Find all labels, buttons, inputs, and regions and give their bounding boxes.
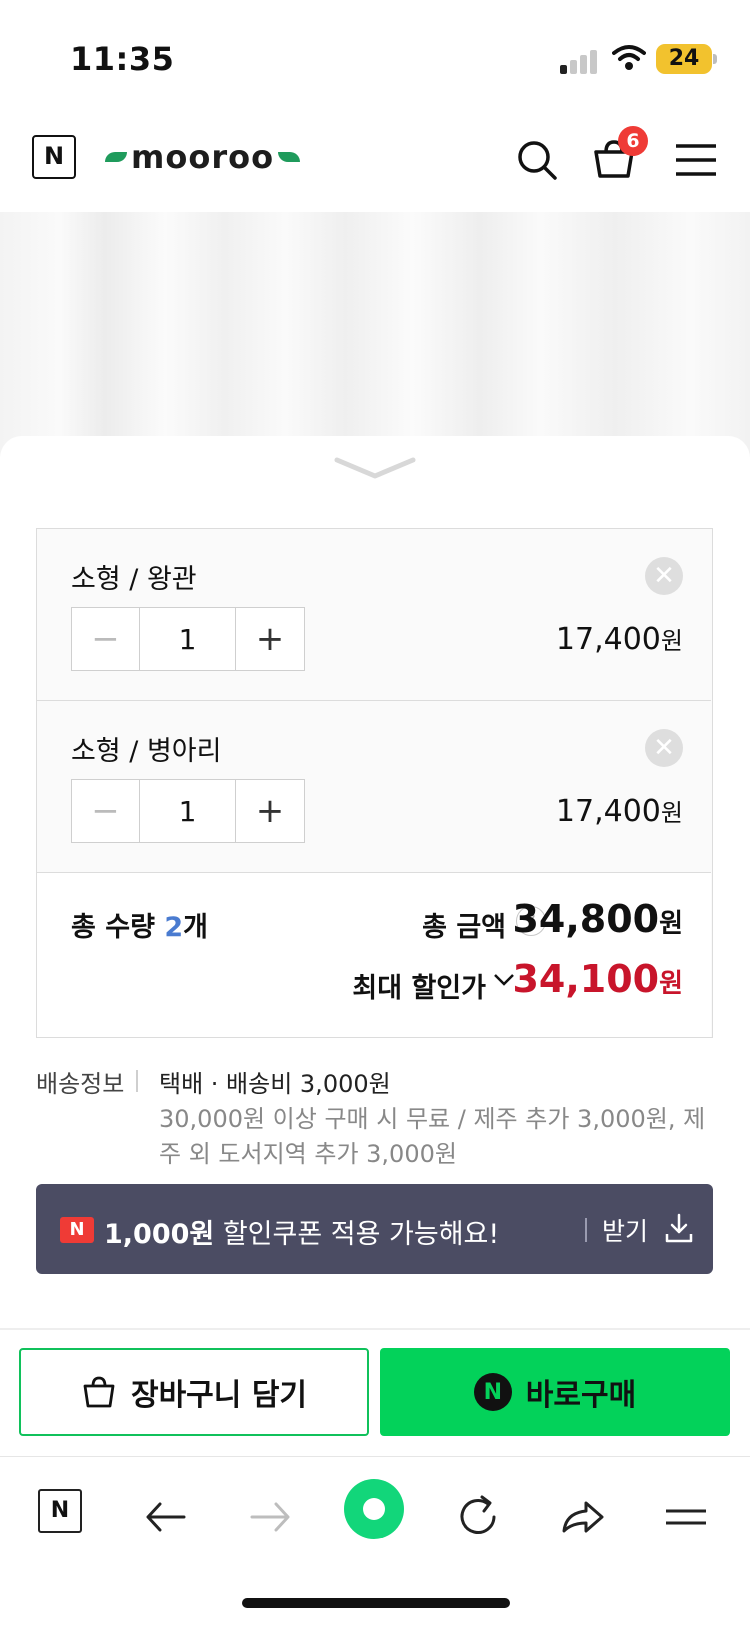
leaf-icon bbox=[105, 152, 127, 162]
option-item: 소형 / 왕관 ✕ − 1 + 17,400원 bbox=[37, 529, 711, 701]
naver-pay-icon: N bbox=[473, 1373, 512, 1411]
collapse-chevron-icon[interactable] bbox=[333, 454, 417, 482]
home-circle-button[interactable] bbox=[344, 1479, 404, 1539]
option-item: 소형 / 병아리 ✕ − 1 + 17,400원 bbox=[37, 701, 711, 873]
buy-now-button[interactable]: N 바로구매 bbox=[380, 1348, 730, 1436]
remove-option-button[interactable]: ✕ bbox=[645, 729, 683, 767]
option-price: 17,400원 bbox=[555, 622, 683, 657]
status-bar: 11:35 24 bbox=[0, 0, 750, 110]
product-image bbox=[0, 212, 750, 472]
app-header: N mooroo 6 bbox=[0, 110, 750, 212]
shopping-bag-icon bbox=[83, 1376, 115, 1408]
decrease-button[interactable]: − bbox=[72, 780, 140, 842]
battery-nub bbox=[713, 54, 717, 64]
divider bbox=[585, 1218, 587, 1242]
divider bbox=[136, 1070, 138, 1092]
menu-icon[interactable] bbox=[672, 136, 720, 184]
quantity-value[interactable]: 1 bbox=[140, 608, 236, 670]
refresh-icon[interactable] bbox=[452, 1491, 504, 1543]
naver-home-button[interactable]: N bbox=[38, 1489, 82, 1533]
brand-name: mooroo bbox=[131, 138, 275, 176]
cart-count-badge: 6 bbox=[618, 126, 648, 156]
decrease-button[interactable]: − bbox=[72, 608, 140, 670]
coupon-text: 1,000원 할인쿠폰 적용 가능해요! bbox=[104, 1219, 500, 1250]
selected-options: 소형 / 왕관 ✕ − 1 + 17,400원 소형 / 병아리 ✕ − 1 +… bbox=[36, 528, 713, 1038]
discount-price: 34,100원 bbox=[512, 957, 683, 1001]
search-icon[interactable] bbox=[513, 136, 561, 184]
naver-coupon-badge: N bbox=[60, 1217, 94, 1243]
coupon-banner[interactable]: N 1,000원 할인쿠폰 적용 가능해요! 받기 bbox=[36, 1184, 713, 1274]
add-to-cart-button[interactable]: 장바구니 담기 bbox=[19, 1348, 369, 1436]
buy-now-label: 바로구매 bbox=[525, 1378, 637, 1413]
purchase-sheet: 소형 / 왕관 ✕ − 1 + 17,400원 소형 / 병아리 ✕ − 1 +… bbox=[0, 436, 750, 1456]
battery-indicator: 24 bbox=[656, 44, 712, 74]
wifi-icon bbox=[612, 45, 646, 70]
total-amount-label: 총 금액 bbox=[422, 912, 506, 943]
brand-logo[interactable]: mooroo bbox=[105, 134, 301, 180]
download-icon[interactable] bbox=[664, 1212, 694, 1244]
increase-button[interactable]: + bbox=[236, 780, 304, 842]
shipping-method: 택배 · 배송비 3,000원 bbox=[159, 1070, 391, 1098]
status-time: 11:35 bbox=[70, 40, 175, 78]
remove-option-button[interactable]: ✕ bbox=[645, 557, 683, 595]
quantity-stepper: − 1 + bbox=[71, 779, 305, 843]
home-indicator bbox=[242, 1598, 510, 1608]
total-amount: 34,800원 bbox=[512, 897, 683, 941]
back-arrow-icon[interactable] bbox=[140, 1491, 192, 1543]
divider bbox=[0, 1328, 750, 1330]
order-totals: 총 수량 2개 총 금액 ? 34,800원 최대 할인가 34,100원 bbox=[37, 873, 711, 1037]
home-dot-icon bbox=[363, 1498, 385, 1520]
receive-coupon-button[interactable]: 받기 bbox=[602, 1212, 648, 1248]
shipping-label: 배송정보 bbox=[36, 1070, 125, 1098]
quantity-stepper: − 1 + bbox=[71, 607, 305, 671]
forward-arrow-icon[interactable] bbox=[244, 1491, 296, 1543]
total-quantity: 총 수량 2개 bbox=[71, 912, 208, 943]
increase-button[interactable]: + bbox=[236, 608, 304, 670]
menu-icon[interactable] bbox=[660, 1491, 712, 1543]
option-name: 소형 / 왕관 bbox=[71, 564, 197, 595]
option-price: 17,400원 bbox=[555, 794, 683, 829]
quantity-value[interactable]: 1 bbox=[140, 780, 236, 842]
leaf-icon bbox=[278, 152, 301, 162]
shipping-note: 30,000원 이상 구매 시 무료 / 제주 추가 3,000원, 제주 외 … bbox=[159, 1105, 706, 1168]
option-name: 소형 / 병아리 bbox=[71, 736, 222, 767]
share-icon[interactable] bbox=[556, 1491, 608, 1543]
signal-icon bbox=[560, 50, 600, 74]
naver-logo-button[interactable]: N bbox=[32, 135, 76, 179]
max-discount-label[interactable]: 최대 할인가 bbox=[352, 966, 486, 1005]
add-to-cart-label: 장바구니 담기 bbox=[130, 1378, 308, 1413]
